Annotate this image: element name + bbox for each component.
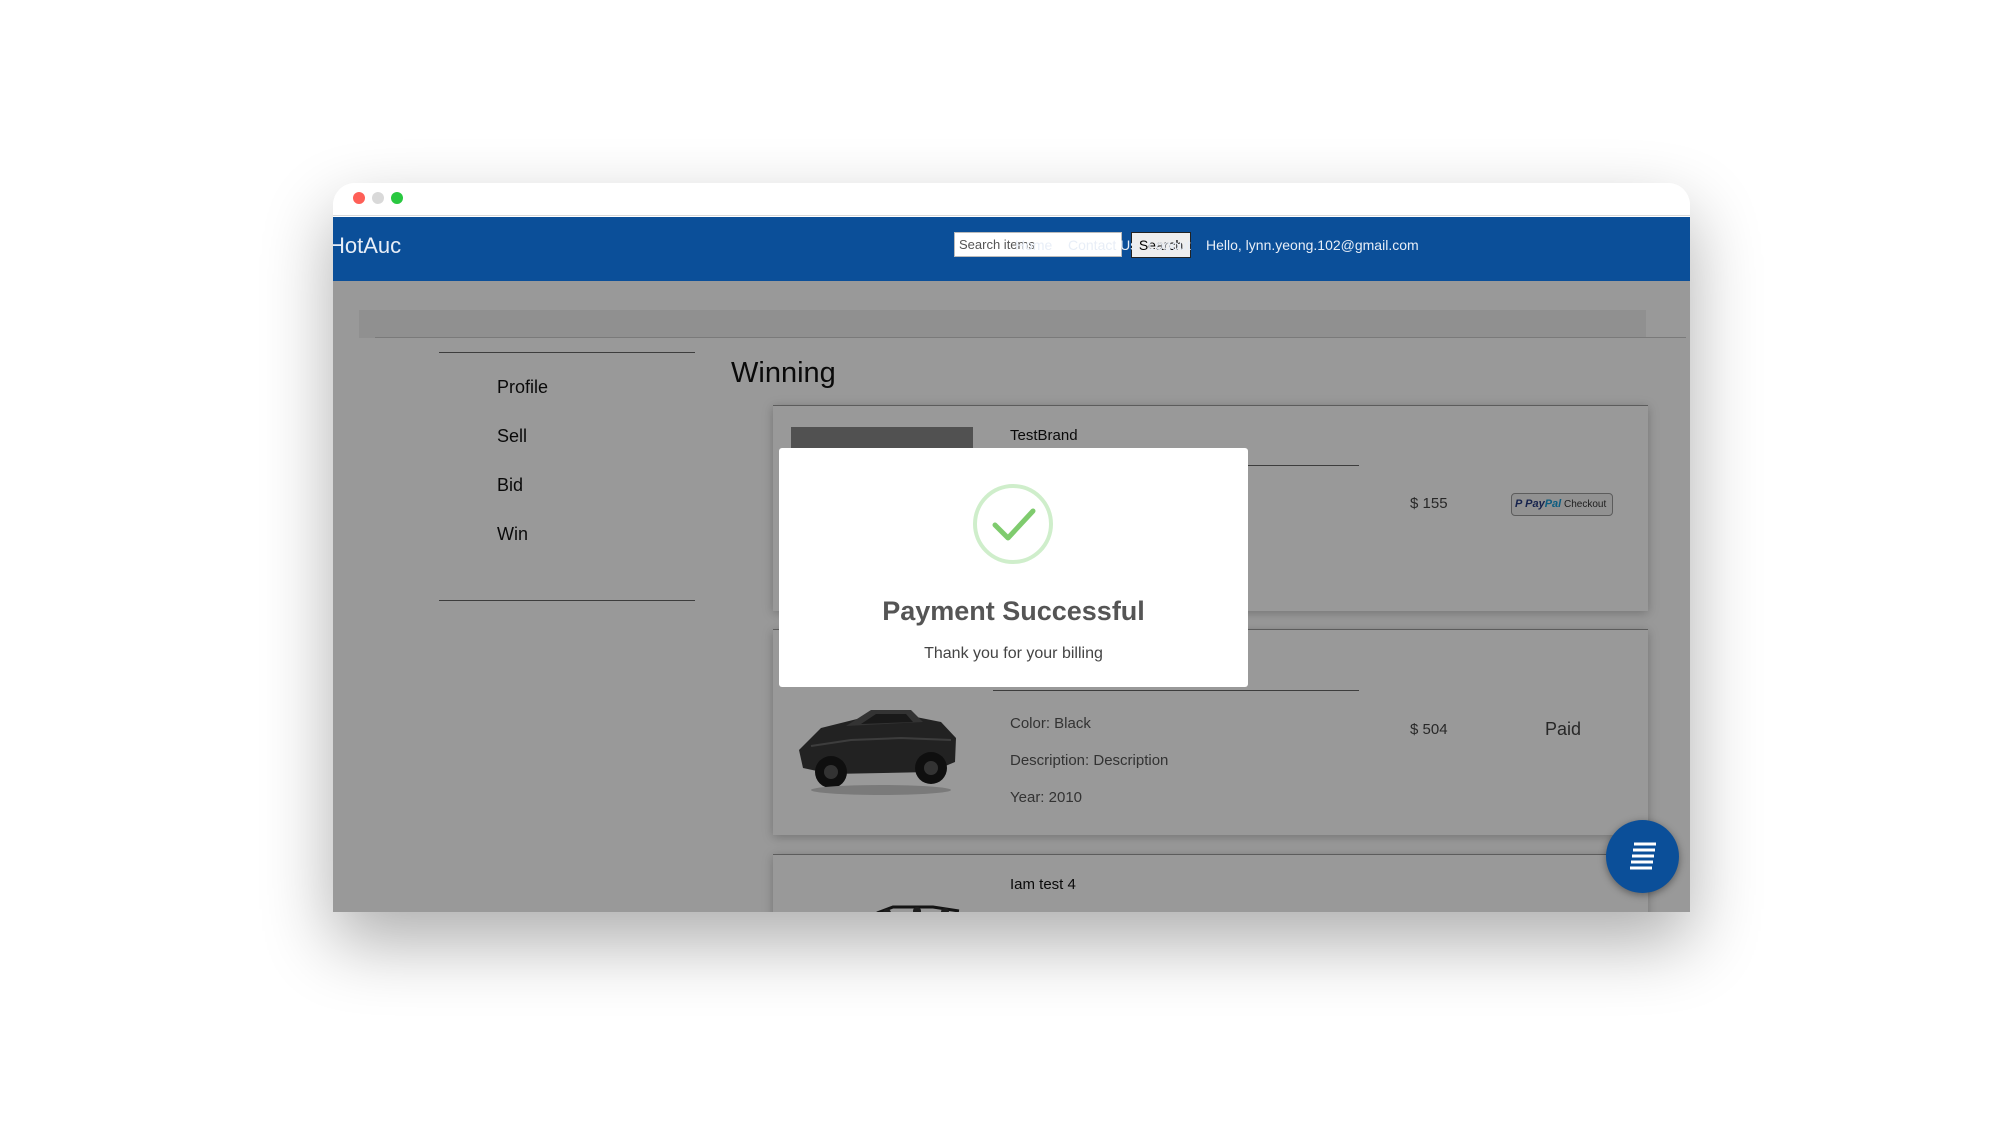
title-bar (333, 183, 1690, 216)
minimize-window-button[interactable] (372, 192, 384, 204)
nav-home-link[interactable]: Home (1015, 237, 1052, 253)
nav-logout-link[interactable]: Logout (1148, 237, 1191, 253)
modal-title: Payment Successful (882, 596, 1145, 626)
check-circle-icon (973, 484, 1053, 564)
brand-logo[interactable]: HotAuc (333, 233, 401, 259)
nav-contact-link[interactable]: Contact Us (1068, 237, 1137, 253)
browser-window: HotAuc Search Home Contact Us Logout Hel… (333, 183, 1690, 912)
modal-message: Thank you for your billing (924, 645, 1103, 662)
close-window-button[interactable] (353, 192, 365, 204)
payment-success-dialog: Payment Successful Thank you for your bi… (779, 448, 1248, 687)
floating-action-button[interactable] (1606, 820, 1679, 893)
hamburger-icon (1630, 842, 1656, 870)
navbar: HotAuc Search Home Contact Us Logout Hel… (333, 217, 1690, 281)
user-greeting: Hello, lynn.yeong.102@gmail.com (1206, 237, 1419, 253)
zoom-window-button[interactable] (391, 192, 403, 204)
